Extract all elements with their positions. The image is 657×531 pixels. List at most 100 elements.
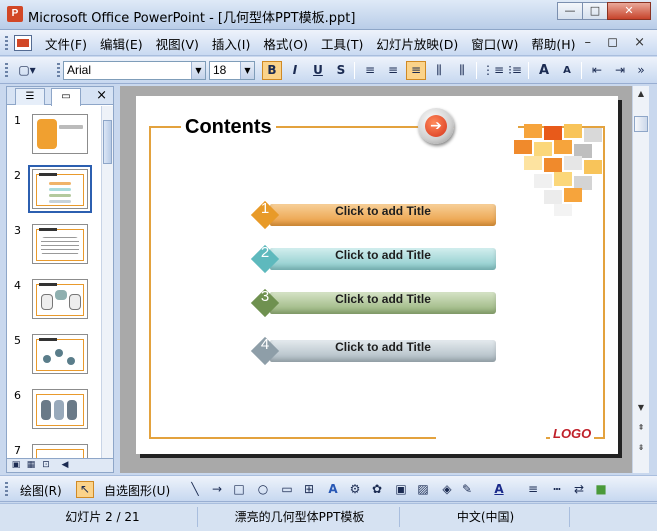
scrollbar-thumb[interactable] [103,120,112,164]
slide-thumbnail-row[interactable]: 3 [7,220,101,268]
diagram-icon[interactable]: ⚙ [346,481,364,498]
menu-slideshow[interactable]: 幻灯片放映(D) [371,34,466,53]
slide-thumbnail-selected[interactable] [28,165,92,213]
textbox-tool-icon[interactable]: ▭ [278,481,296,498]
slide-thumbnail[interactable] [32,389,88,429]
previous-slide-icon[interactable]: ⇞ [633,420,649,436]
rectangle-tool-icon[interactable]: □ [230,481,248,498]
next-slide-icon[interactable]: ⇟ [633,440,649,456]
slide-thumbnail[interactable] [32,334,88,374]
tab-outline[interactable]: ☰ [15,88,45,105]
increase-font-button[interactable]: A [534,61,554,80]
menu-insert[interactable]: 插入(I) [207,34,258,53]
scroll-left-icon[interactable]: ◀ [59,460,71,471]
arrow-tool-icon[interactable]: → [208,481,226,498]
distribute-button[interactable]: ⫼ [429,61,449,80]
menu-edit[interactable]: 编辑(E) [95,34,151,53]
normal-view-icon[interactable]: ▣ [10,460,22,471]
menu-view[interactable]: 视图(V) [151,34,207,53]
content-item[interactable]: Click to add Title 3 [250,288,500,318]
slide-canvas[interactable]: Contents ➔ Click to add Title 1 Click to… [136,96,618,454]
line-style-icon[interactable]: ≡ [524,481,542,498]
slide-thumbnail-row[interactable]: 6 [7,385,101,433]
line-color-icon[interactable]: ✎ [458,481,476,498]
font-size-select[interactable]: 18 ▼ [209,61,255,80]
line-tool-icon[interactable]: ╲ [186,481,204,498]
item-title-placeholder[interactable]: Click to add Title [270,340,496,362]
numbering-button[interactable]: ⋮≡ [482,61,504,80]
menu-grip-handle[interactable] [5,36,8,50]
close-button[interactable]: ✕ [607,2,651,20]
picture-icon[interactable]: ▣ [392,481,410,498]
toolbar-options-button[interactable]: » [633,61,649,80]
slide-thumbnail-row[interactable]: 4 [7,275,101,323]
content-item[interactable]: Click to add Title 4 [250,336,500,366]
item-title-placeholder[interactable]: Click to add Title [270,248,496,270]
chevron-down-icon[interactable]: ▼ [240,62,254,79]
slide-title[interactable]: Contents [181,116,276,139]
wordart-icon[interactable]: A [324,481,342,498]
font-name-select[interactable]: Arial ▼ [63,61,206,80]
autoshapes-menu-button[interactable]: 自选图形(U) [104,482,170,499]
align-center-button[interactable]: ≡ [383,61,403,80]
content-item[interactable]: Click to add Title 1 [250,200,500,230]
oval-tool-icon[interactable]: ○ [254,481,272,498]
scroll-up-icon[interactable]: ▲ [633,86,649,102]
item-title-placeholder[interactable]: Click to add Title [270,292,496,314]
scrollbar-thumb[interactable] [634,116,648,132]
thumbnail-graphic [39,228,57,231]
slide-thumbnail[interactable] [32,224,88,264]
slide-sorter-icon[interactable]: ▦ [25,460,37,471]
shadow-button[interactable]: S [331,61,351,80]
decrease-font-button[interactable]: A [557,61,577,80]
fill-color-icon[interactable]: ▨ [414,481,432,498]
slideshow-icon[interactable]: ⊡ [40,460,52,471]
maximize-button[interactable]: □ [582,2,608,20]
decrease-indent-button[interactable]: ⇤ [587,61,607,80]
align-left-button[interactable]: ≡ [360,61,380,80]
slide-thumbnail[interactable] [32,279,88,319]
item-title-placeholder[interactable]: Click to add Title [270,204,496,226]
pane-vertical-scrollbar[interactable] [101,106,113,458]
minimize-button[interactable]: — [557,2,583,20]
document-window-controls[interactable]: – ◻ × [585,35,651,50]
content-item[interactable]: Click to add Title 2 [250,244,500,274]
slide-thumbnail-row[interactable]: 2 [7,165,101,213]
menu-help[interactable]: 帮助(H) [526,34,583,53]
menu-window[interactable]: 窗口(W) [466,34,526,53]
document-icon[interactable] [14,35,32,51]
menu-file[interactable]: 文件(F) [40,34,95,53]
tab-slides[interactable]: ▭ [51,88,81,106]
shadow-style-icon[interactable]: ■ [592,481,610,498]
slide-thumbnail[interactable] [32,444,88,458]
fill-dropdown-icon[interactable]: ◈ [438,481,456,498]
toolbar-grip-handle[interactable] [5,63,8,78]
italic-button[interactable]: I [285,61,305,80]
clipart-icon[interactable]: ✿ [368,481,386,498]
draw-menu-button[interactable]: 绘图(R) [20,482,62,499]
align-right-button[interactable]: ≡ [406,61,426,80]
new-slide-icon[interactable]: ▢▾ [12,61,42,80]
toolbar-grip-handle[interactable] [57,63,60,78]
slide-vertical-scrollbar[interactable]: ▲ ▼ ⇞ ⇟ [632,86,649,473]
vertical-textbox-icon[interactable]: ⊞ [300,481,318,498]
underline-button[interactable]: U [308,61,328,80]
arrow-style-icon[interactable]: ⇄ [570,481,588,498]
dash-style-icon[interactable]: ┅ [548,481,566,498]
scroll-down-icon[interactable]: ▼ [633,400,649,416]
close-icon[interactable]: × [96,88,107,103]
slide-thumbnail-row[interactable]: 7 [7,440,101,458]
bullets-button[interactable]: ⁝≡ [505,61,525,80]
slide-thumbnail-row[interactable]: 5 [7,330,101,378]
vertical-text-button[interactable]: ⫼ [452,61,472,80]
menu-tools[interactable]: 工具(T) [316,34,371,53]
slide-thumbnail[interactable] [32,114,88,154]
chevron-down-icon[interactable]: ▼ [191,62,205,79]
slide-thumbnail-row[interactable]: 1 [7,110,101,158]
toolbar-grip-handle[interactable] [5,482,8,497]
font-color-icon[interactable]: A [490,481,508,498]
increase-indent-button[interactable]: ⇥ [610,61,630,80]
select-pointer-icon[interactable]: ↖ [76,481,94,498]
menu-format[interactable]: 格式(O) [258,34,316,53]
bold-button[interactable]: B [262,61,282,80]
